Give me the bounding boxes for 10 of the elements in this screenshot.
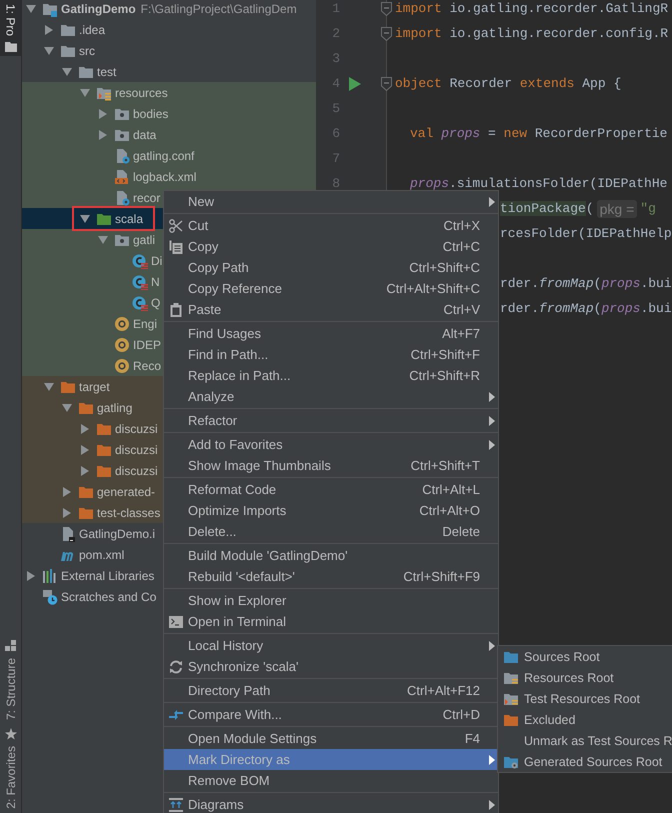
code-line: props.simulationsFolder(IDEPathHe [410, 175, 668, 193]
code-line: rcesFolder(IDEPathHelp [500, 225, 672, 243]
code-line: val props = new RecorderPropertie [410, 125, 668, 143]
code-line: tionPackage( pkg = "g [500, 198, 657, 220]
code-line: import io.gatling.recorder.GatlingR [395, 0, 670, 18]
code-line: object Recorder extends App { [395, 75, 622, 93]
code-line: rder.fromMap(props.bui [500, 275, 672, 293]
code-line: rder.fromMap(props.bui [500, 300, 672, 318]
code-line: import io.gatling.recorder.config.R [395, 25, 670, 43]
highlight-frame: scala [74, 208, 154, 229]
